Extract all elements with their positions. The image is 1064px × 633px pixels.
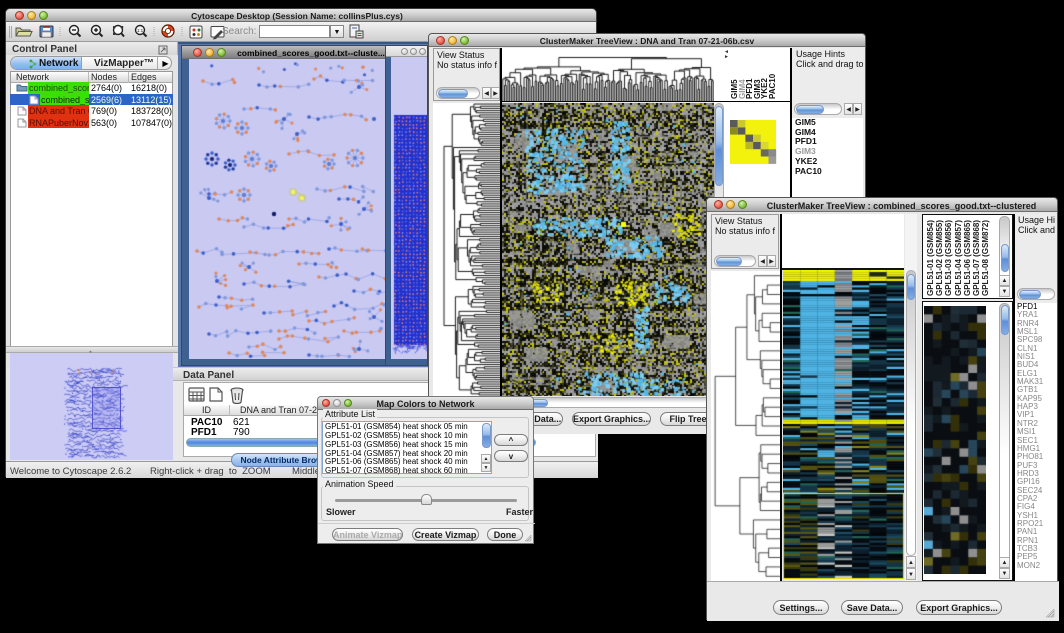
svg-text:1:1: 1:1 — [137, 28, 144, 33]
